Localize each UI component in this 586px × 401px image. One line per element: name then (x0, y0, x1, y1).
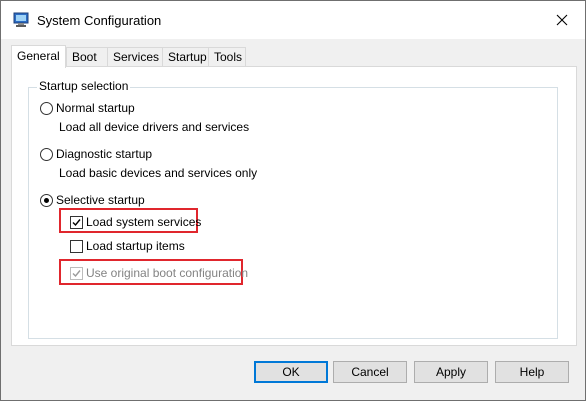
checkbox-checked-disabled-icon (70, 266, 83, 280)
checkbox-checked-icon (70, 215, 83, 229)
general-tab-panel: Startup selection Normal startup Load al… (11, 66, 577, 346)
help-button[interactable]: Help (495, 361, 569, 383)
close-button[interactable] (539, 1, 585, 39)
normal-startup-description: Load all device drivers and services (59, 120, 250, 134)
cancel-button[interactable]: Cancel (333, 361, 407, 383)
diagnostic-startup-radio[interactable]: Diagnostic startup (40, 147, 152, 161)
use-original-boot-configuration-label: Use original boot configuration (86, 266, 249, 280)
window-title: System Configuration (37, 13, 162, 28)
load-system-services-checkbox[interactable]: Load system services (70, 215, 201, 229)
ok-button[interactable]: OK (254, 361, 328, 383)
msconfig-computer-icon (13, 12, 29, 27)
radio-selected-icon (40, 193, 53, 207)
diagnostic-startup-description: Load basic devices and services only (59, 166, 258, 180)
radio-button-icon (40, 147, 53, 161)
tab-general[interactable]: General (11, 45, 66, 68)
use-original-boot-configuration-checkbox[interactable]: Use original boot configuration (70, 266, 248, 280)
title-bar[interactable]: System Configuration (1, 1, 585, 39)
apply-button[interactable]: Apply (414, 361, 488, 383)
load-system-services-label: Load system services (86, 215, 202, 229)
startup-selection-label: Startup selection (37, 79, 131, 93)
load-startup-items-label: Load startup items (86, 239, 185, 253)
tab-services[interactable]: Services (107, 47, 163, 66)
tab-startup[interactable]: Startup (162, 47, 209, 66)
radio-button-icon (40, 101, 53, 115)
normal-startup-label: Normal startup (56, 101, 135, 115)
load-startup-items-checkbox[interactable]: Load startup items (70, 239, 185, 253)
tab-boot[interactable]: Boot (66, 47, 108, 66)
selective-startup-label: Selective startup (56, 193, 145, 207)
selective-startup-radio[interactable]: Selective startup (40, 193, 145, 207)
system-configuration-window: System Configuration General Boot Servic… (0, 0, 586, 401)
normal-startup-radio[interactable]: Normal startup (40, 101, 135, 115)
tab-tools[interactable]: Tools (208, 47, 246, 66)
checkbox-unchecked-icon (70, 239, 83, 253)
close-icon (556, 14, 568, 26)
diagnostic-startup-label: Diagnostic startup (56, 147, 153, 161)
